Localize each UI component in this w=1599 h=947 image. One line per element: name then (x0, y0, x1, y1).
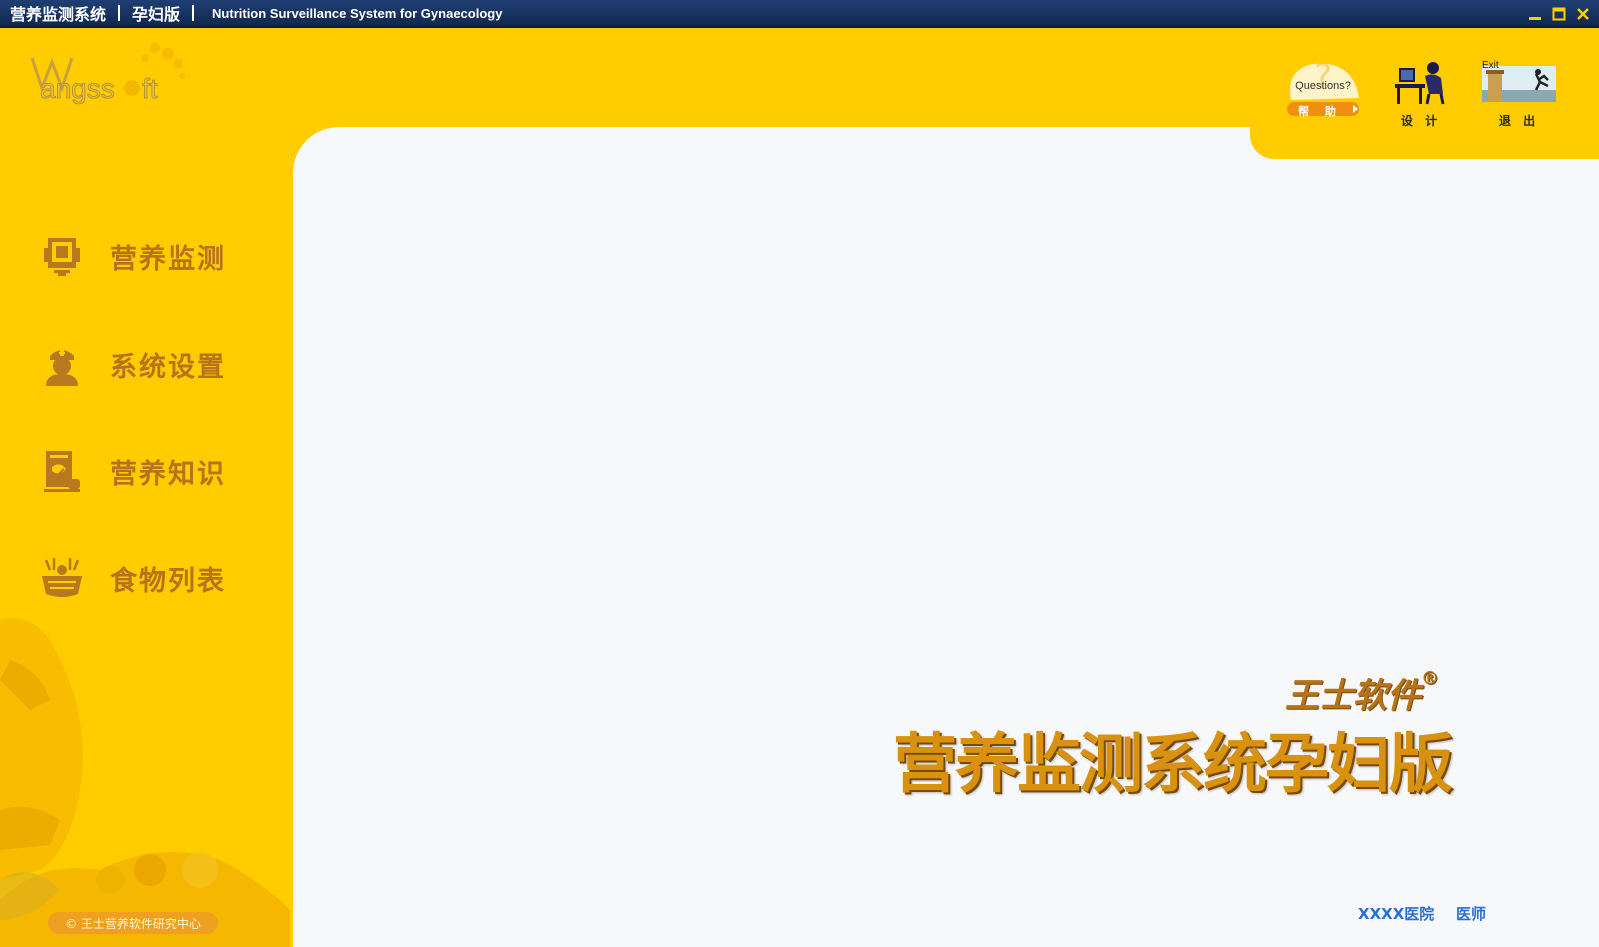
menu-item-nutrition-knowledge[interactable]: 营养知识 (38, 443, 248, 499)
hospital-link[interactable]: XXXX医院 (1358, 903, 1434, 924)
product-title: 营养监测系统孕妇版 (893, 728, 1453, 802)
menu-item-label: 营养监测 (110, 243, 226, 275)
edition-title: 孕妇版 (132, 5, 181, 24)
exit-badge: Exit (1482, 60, 1499, 71)
minimize-icon[interactable] (1525, 4, 1545, 24)
wangssoft-logo: angss ft (30, 40, 200, 110)
window-controls (1525, 4, 1593, 24)
doctor-link[interactable]: 医师 (1456, 903, 1486, 924)
title-separator (118, 5, 121, 21)
menu-item-label: 系统设置 (110, 351, 226, 383)
food-basket-icon (38, 554, 86, 602)
main-content-panel (293, 127, 1599, 947)
company-name-text: 王士软件 (1285, 676, 1421, 716)
menu-item-food-list[interactable]: 食物列表 (38, 550, 248, 606)
menu-item-nutrition-monitoring[interactable]: 营养监测 (38, 228, 248, 284)
help-label: 帮 助 (1298, 105, 1342, 118)
svg-text:angss: angss (40, 73, 115, 104)
pregnant-woman-illustration (0, 600, 290, 947)
svg-text:ft: ft (142, 73, 158, 104)
company-name: 王士软件® (1285, 668, 1439, 717)
designer-icon (1395, 62, 1445, 105)
app-title: 营养监测系统 (10, 5, 107, 24)
exit-button[interactable]: Exit 退 出 (1480, 60, 1558, 128)
nurse-icon (38, 340, 86, 388)
copyright-badge: © 王士营养软件研究中心 (48, 912, 218, 934)
designer-button[interactable]: 设 计 者 (1390, 60, 1452, 145)
menu-item-system-settings[interactable]: 系统设置 (38, 336, 248, 392)
knowledge-icon (38, 447, 86, 495)
close-icon[interactable] (1573, 4, 1593, 24)
menu-item-label: 营养知识 (110, 458, 226, 490)
maximize-icon[interactable] (1549, 4, 1569, 24)
title-bar: 营养监测系统 孕妇版 Nutrition Surveillance System… (0, 0, 1599, 28)
help-button[interactable]: ? Questions? 帮 助 (1283, 57, 1363, 128)
english-title: Nutrition Surveillance System for Gynaec… (212, 5, 503, 21)
panel-notch (1250, 127, 1599, 159)
monitor-icon (38, 232, 86, 280)
help-badge: Questions? (1295, 80, 1351, 92)
title-separator (192, 5, 195, 21)
registered-mark: ® (1421, 668, 1439, 689)
menu-item-label: 食物列表 (110, 565, 226, 597)
